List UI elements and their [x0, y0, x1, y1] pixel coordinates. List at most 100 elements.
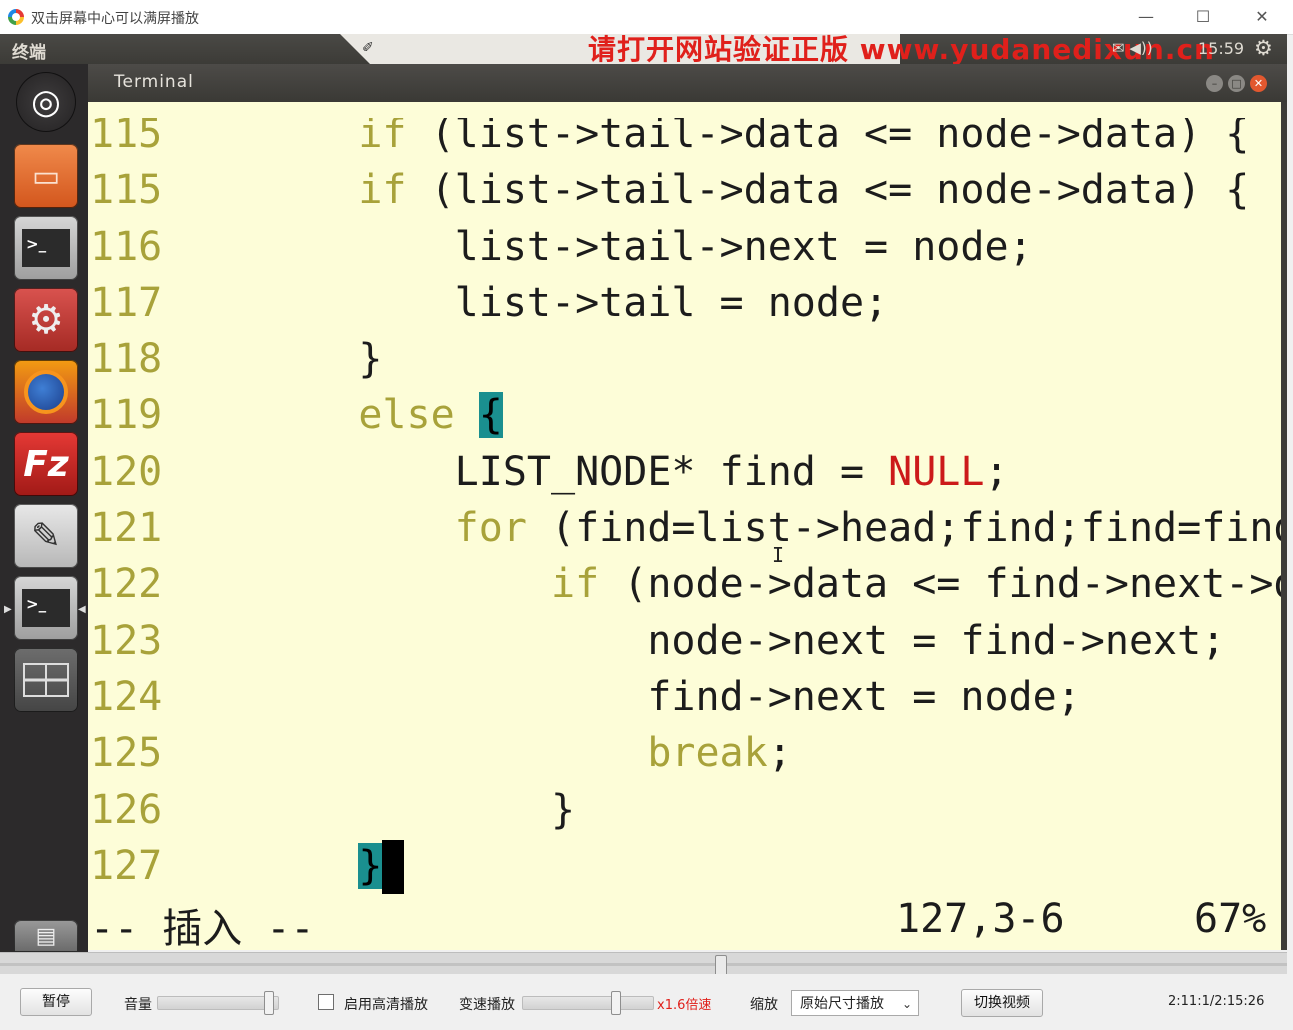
- line-number: 122: [90, 561, 163, 608]
- code-keyword: if: [550, 561, 600, 608]
- seek-track[interactable]: [0, 963, 1287, 966]
- window-title: 双击屏幕中心可以满屏播放: [31, 11, 199, 27]
- code-line[interactable]: 124 find->next = node;: [88, 669, 1281, 725]
- hd-checkbox[interactable]: [318, 994, 334, 1010]
- speed-value: x1.6倍速: [657, 998, 712, 1013]
- matching-bracket: }: [358, 842, 383, 889]
- speed-slider[interactable]: [522, 991, 654, 1015]
- code-line[interactable]: 118 }: [88, 331, 1281, 387]
- system-settings-icon[interactable]: ⚙: [14, 288, 78, 352]
- line-number: 115: [90, 111, 163, 157]
- pin-icon: ✐: [362, 40, 374, 56]
- active-left-arrow-icon: ▶: [4, 604, 12, 615]
- active-right-arrow-icon: ◀: [78, 604, 86, 615]
- playback-time: 2:11:1/2:15:26: [1168, 994, 1265, 1009]
- code-keyword: else: [358, 392, 455, 439]
- code-text-tail: ;: [984, 448, 1009, 495]
- code-text: (list->tail->data <= node->data) {: [406, 167, 1250, 214]
- line-number: 116: [90, 223, 163, 270]
- vim-buffer[interactable]: 115 if (list->tail->data <= node->data) …: [88, 106, 1281, 894]
- zoom-select-value: 原始尺寸播放: [800, 996, 884, 1012]
- speed-knob[interactable]: [611, 991, 621, 1015]
- close-button[interactable]: ✕: [1242, 4, 1282, 30]
- code-text: node->next = find->next;: [647, 617, 1226, 664]
- code-line[interactable]: 121 for (find=list->head;find;find=find-…: [88, 500, 1281, 556]
- hd-label: 启用高清播放: [344, 997, 428, 1013]
- scroll-percent: 67%: [1194, 896, 1267, 942]
- code-keyword: break: [647, 730, 768, 777]
- unity-launcher: ◎ ▭ >_ ⚙ Fz ✎ >_ ▶ ◀ ▤: [0, 64, 88, 952]
- code-line[interactable]: 120 LIST_NODE* find = NULL;: [88, 444, 1281, 500]
- player-title-bar: 双击屏幕中心可以满屏播放 — ☐ ✕: [0, 0, 1293, 35]
- code-line[interactable]: 123 node->next = find->next;: [88, 613, 1281, 669]
- workspace-switcher-icon[interactable]: [14, 648, 78, 712]
- code-line[interactable]: 119 else {: [88, 387, 1281, 443]
- seek-bar[interactable]: [0, 952, 1287, 977]
- line-number: 127: [90, 842, 163, 889]
- player-app-icon: [8, 9, 24, 25]
- code-line[interactable]: 115 if (list->tail->data <= node->data) …: [88, 111, 1281, 162]
- switch-video-button[interactable]: 切换视频: [961, 989, 1043, 1017]
- vim-mode: -- 插入 --: [90, 906, 315, 950]
- text-cursor: [382, 839, 405, 894]
- volume-knob[interactable]: [264, 991, 274, 1015]
- terminal-icon[interactable]: >_: [14, 216, 78, 280]
- code-text: }: [358, 336, 383, 383]
- panel-clock[interactable]: 15:59: [1198, 39, 1244, 58]
- code-line[interactable]: 127 }: [88, 838, 1281, 894]
- terminal-close-icon[interactable]: ✕: [1250, 75, 1267, 92]
- code-text: }: [550, 786, 576, 833]
- code-line[interactable]: 117 list->tail = node;: [88, 275, 1281, 331]
- terminal-active-icon[interactable]: >_: [14, 576, 78, 640]
- text-editor-icon[interactable]: ✎: [14, 504, 78, 568]
- code-line[interactable]: 116 list->tail->next = node;: [88, 219, 1281, 275]
- maximize-button[interactable]: ☐: [1183, 4, 1223, 30]
- code-line[interactable]: 125 break;: [88, 725, 1281, 781]
- line-number: 125: [90, 730, 163, 777]
- code-text: list->tail->next = node;: [454, 223, 1033, 270]
- code-text: list->tail = node;: [454, 279, 889, 326]
- code-keyword: for: [454, 505, 527, 552]
- code-keyword: if: [358, 167, 407, 214]
- code-text: (find=list->head;find;find=find->next): [550, 505, 1281, 552]
- terminal-maximize-icon[interactable]: □: [1228, 75, 1245, 92]
- volume-slider[interactable]: [157, 991, 279, 1015]
- code-line[interactable]: 126 }: [88, 782, 1281, 838]
- line-number: 123: [90, 617, 163, 664]
- code-text: LIST_NODE* find =: [454, 448, 889, 495]
- player-controls: 暂停 音量 启用高清播放 变速播放 x1.6倍速 缩放 原始尺寸播放 ⌄ 切换视…: [0, 974, 1293, 1030]
- code-text: find->next = node;: [647, 673, 1081, 720]
- volume-label: 音量: [124, 997, 152, 1013]
- cursor-position: 127,3-6: [896, 896, 1065, 942]
- firefox-icon[interactable]: [14, 360, 78, 424]
- zoom-label: 缩放: [750, 997, 778, 1013]
- panel-app-title: 终端: [12, 43, 46, 63]
- minimize-button[interactable]: —: [1126, 4, 1166, 30]
- files-icon[interactable]: ▭: [14, 144, 78, 208]
- session-gear-icon[interactable]: ⚙: [1254, 36, 1273, 60]
- code-line[interactable]: 122 if (node->data <= find->next->data) …: [88, 556, 1281, 612]
- chevron-down-icon: ⌄: [901, 997, 912, 1011]
- terminal-minimize-icon[interactable]: –: [1206, 75, 1223, 92]
- line-number: 119: [90, 392, 163, 439]
- trash-icon[interactable]: ▤: [14, 920, 78, 952]
- zoom-select[interactable]: 原始尺寸播放 ⌄: [791, 990, 919, 1016]
- line-number: 121: [90, 505, 163, 552]
- panel-indicators[interactable]: ✉ ◀)): [1112, 39, 1153, 57]
- ubuntu-dash-icon[interactable]: ◎: [16, 72, 76, 132]
- pause-button[interactable]: 暂停: [20, 988, 92, 1016]
- code-line[interactable]: 115 if (list->tail->data <= node->data) …: [88, 162, 1281, 218]
- terminal-content[interactable]: 115 if (list->tail->data <= node->data) …: [88, 102, 1287, 950]
- filezilla-icon[interactable]: Fz: [14, 432, 78, 496]
